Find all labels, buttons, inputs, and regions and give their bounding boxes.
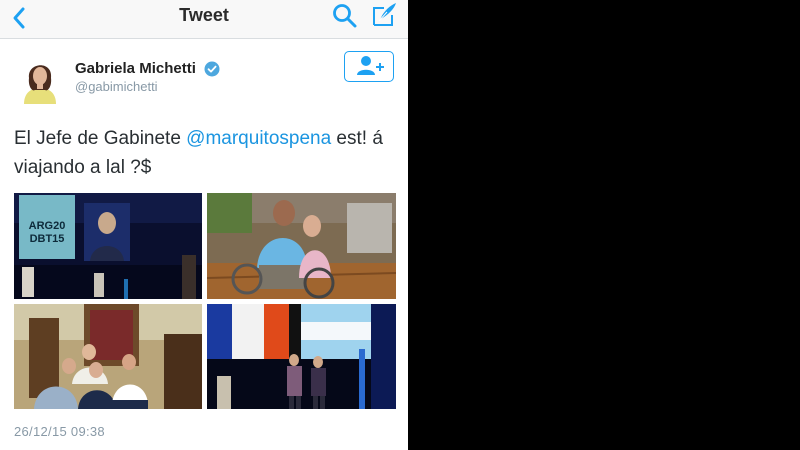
add-user-icon [357, 56, 384, 75]
tweet-screen: Tweet Gabriela Michetti @gabimichetti El… [0, 0, 408, 450]
tweet-timestamp: 26/12/15 09:38 [14, 424, 105, 439]
tweet-photo[interactable] [14, 304, 202, 409]
follow-button[interactable] [344, 51, 394, 82]
screen-logo-text: ARG20 [29, 220, 66, 232]
tweet-photo[interactable] [207, 304, 396, 409]
screen-logo-text: DBT15 [30, 233, 65, 245]
author-handle[interactable]: @gabimichetti [75, 79, 158, 94]
author-avatar[interactable] [18, 52, 62, 104]
verified-badge-icon [204, 61, 220, 77]
tweet-text-part: El Jefe de Gabinete [14, 128, 187, 149]
tweet-photo[interactable]: ARG20 DBT15 [14, 193, 202, 299]
mention-link[interactable]: @marquitospena [186, 128, 331, 149]
nav-bar: Tweet [0, 0, 408, 39]
author-name[interactable]: Gabriela Michetti [75, 60, 196, 77]
tweet-photo[interactable] [207, 193, 396, 299]
compose-tweet-icon[interactable] [370, 0, 398, 28]
search-icon[interactable] [331, 2, 359, 30]
tweet-text: El Jefe de Gabinete @marquitospena est! … [14, 124, 399, 182]
